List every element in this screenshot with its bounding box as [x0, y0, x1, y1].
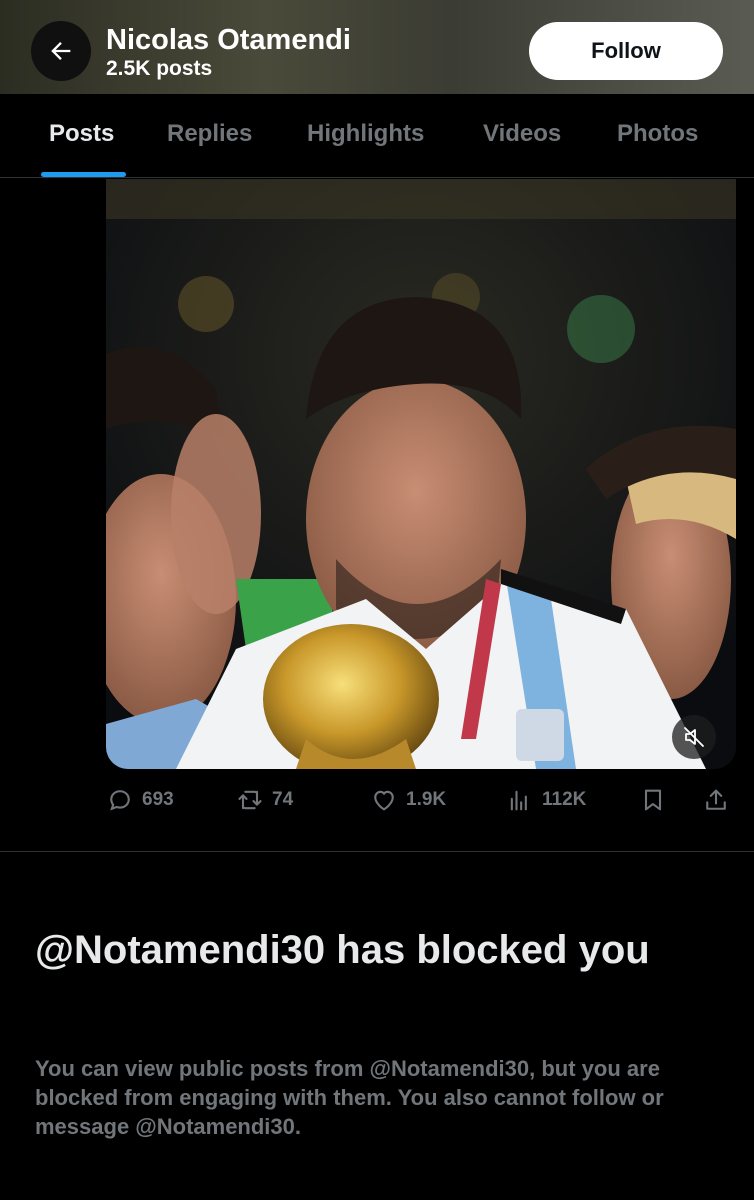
- share-icon: [706, 789, 726, 810]
- blocked-notice-text: You can view public posts from @Notamend…: [35, 1056, 664, 1139]
- tab-highlights[interactable]: Highlights: [307, 120, 424, 148]
- view-count: 112K: [542, 789, 587, 810]
- post-action-bar: 693 74 1.9K 112K: [106, 782, 736, 818]
- back-button[interactable]: [31, 21, 91, 81]
- arrow-left-icon: [51, 42, 71, 60]
- repost-button[interactable]: 74: [236, 782, 293, 818]
- like-count: 1.9K: [406, 789, 447, 810]
- tab-posts[interactable]: Posts: [49, 120, 114, 148]
- section-divider: [0, 851, 754, 852]
- bookmark-button[interactable]: [639, 782, 667, 818]
- profile-tabs: Posts Replies Highlights Videos Photos: [0, 94, 754, 178]
- tab-videos[interactable]: Videos: [483, 120, 561, 148]
- tab-photos[interactable]: Photos: [617, 120, 698, 148]
- profile-name: Nicolas Otamendi: [106, 24, 351, 56]
- views-button[interactable]: 112K: [506, 782, 586, 818]
- reply-icon: [110, 790, 130, 811]
- follow-button[interactable]: Follow: [529, 22, 723, 80]
- repost-count: 74: [272, 789, 294, 810]
- bookmark-icon: [644, 789, 662, 811]
- repost-icon: [238, 790, 262, 810]
- post-video[interactable]: [106, 179, 736, 769]
- heart-icon: [374, 790, 394, 811]
- share-button[interactable]: [702, 782, 730, 818]
- like-button[interactable]: 1.9K: [370, 782, 446, 818]
- mute-toggle-button[interactable]: [672, 715, 716, 759]
- post-count: 2.5K posts: [106, 57, 213, 80]
- analytics-icon: [510, 790, 527, 811]
- mute-icon: [684, 727, 704, 747]
- reply-count: 693: [142, 789, 174, 810]
- video-frame-image: [106, 179, 736, 769]
- tab-replies[interactable]: Replies: [167, 120, 252, 148]
- active-tab-indicator: [41, 172, 126, 177]
- reply-button[interactable]: 693: [106, 782, 174, 818]
- blocked-notice-title: @Notamendi30 has blocked you: [35, 928, 650, 972]
- profile-header: Nicolas Otamendi 2.5K posts Follow: [0, 0, 754, 94]
